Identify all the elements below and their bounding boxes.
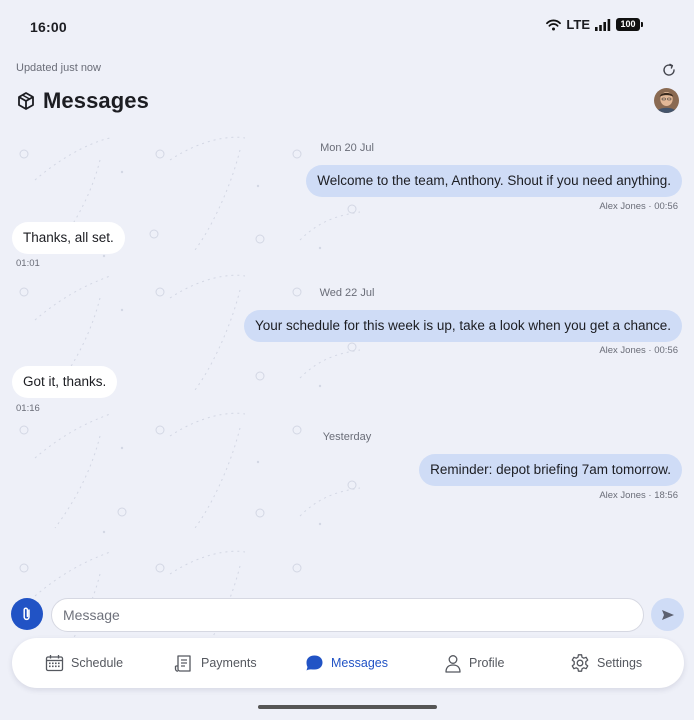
outgoing-message[interactable]: Reminder: depot briefing 7am tomorrow. bbox=[419, 454, 682, 486]
page-title: Messages bbox=[43, 88, 149, 113]
nav-item-profile[interactable]: Profile bbox=[444, 638, 504, 688]
nav-item-payments[interactable]: Payments bbox=[174, 638, 257, 688]
receipt-icon bbox=[174, 654, 191, 672]
nav-label: Schedule bbox=[71, 656, 124, 670]
header-title-row: Messages bbox=[16, 88, 149, 114]
cube-logo-icon bbox=[18, 92, 34, 110]
updated-status: Updated just now bbox=[16, 62, 101, 74]
nav-item-settings[interactable]: Settings bbox=[570, 638, 642, 688]
home-indicator bbox=[258, 705, 437, 709]
attach-button[interactable] bbox=[11, 598, 43, 630]
nav-label: Profile bbox=[469, 656, 505, 670]
signal-icon bbox=[595, 18, 611, 31]
network-type: LTE bbox=[566, 17, 590, 32]
message-meta: 01:01 bbox=[16, 258, 40, 269]
incoming-message[interactable]: Got it, thanks. bbox=[12, 366, 118, 398]
send-button[interactable] bbox=[651, 598, 684, 631]
message-meta: Alex Jones · 00:56 bbox=[599, 201, 678, 212]
battery-level: 100 bbox=[620, 19, 636, 29]
nav-label: Payments bbox=[201, 656, 257, 670]
date-separator: Wed 22 Jul bbox=[319, 287, 375, 299]
avatar[interactable] bbox=[654, 88, 679, 113]
message-composer bbox=[0, 596, 694, 636]
message-meta: Alex Jones · 00:56 bbox=[599, 345, 678, 356]
nav-item-schedule[interactable]: Schedule bbox=[45, 638, 123, 688]
paperclip-icon bbox=[23, 607, 30, 621]
status-time: 16:00 bbox=[30, 19, 67, 35]
gear-icon bbox=[571, 654, 589, 672]
message-meta: Alex Jones · 18:56 bbox=[599, 490, 678, 501]
nav-label: Messages bbox=[331, 656, 388, 670]
incoming-message[interactable]: Thanks, all set. bbox=[12, 222, 125, 254]
status-icons: LTE 100 bbox=[546, 17, 643, 32]
refresh-icon[interactable] bbox=[660, 61, 678, 79]
nav-item-messages[interactable]: Messages bbox=[305, 638, 388, 688]
status-bar: 16:00 LTE 100 bbox=[0, 0, 694, 52]
wifi-icon bbox=[546, 19, 562, 30]
calendar-icon bbox=[45, 655, 64, 672]
send-icon bbox=[661, 609, 674, 620]
outgoing-message[interactable]: Your schedule for this week is up, take … bbox=[243, 310, 682, 342]
date-separator: Yesterday bbox=[322, 431, 372, 443]
chat-bubble-icon bbox=[306, 655, 323, 671]
person-icon bbox=[445, 654, 461, 673]
bottom-navigation: Schedule Payments Messages Profile Setti… bbox=[12, 638, 684, 688]
battery-icon: 100 bbox=[616, 18, 643, 31]
outgoing-message[interactable]: Welcome to the team, Anthony. Shout if y… bbox=[306, 165, 682, 197]
message-meta: 01:16 bbox=[16, 403, 40, 414]
message-input[interactable] bbox=[51, 598, 644, 632]
avatar-image bbox=[654, 88, 679, 113]
nav-label: Settings bbox=[597, 656, 643, 670]
date-separator: Mon 20 Jul bbox=[320, 142, 374, 154]
